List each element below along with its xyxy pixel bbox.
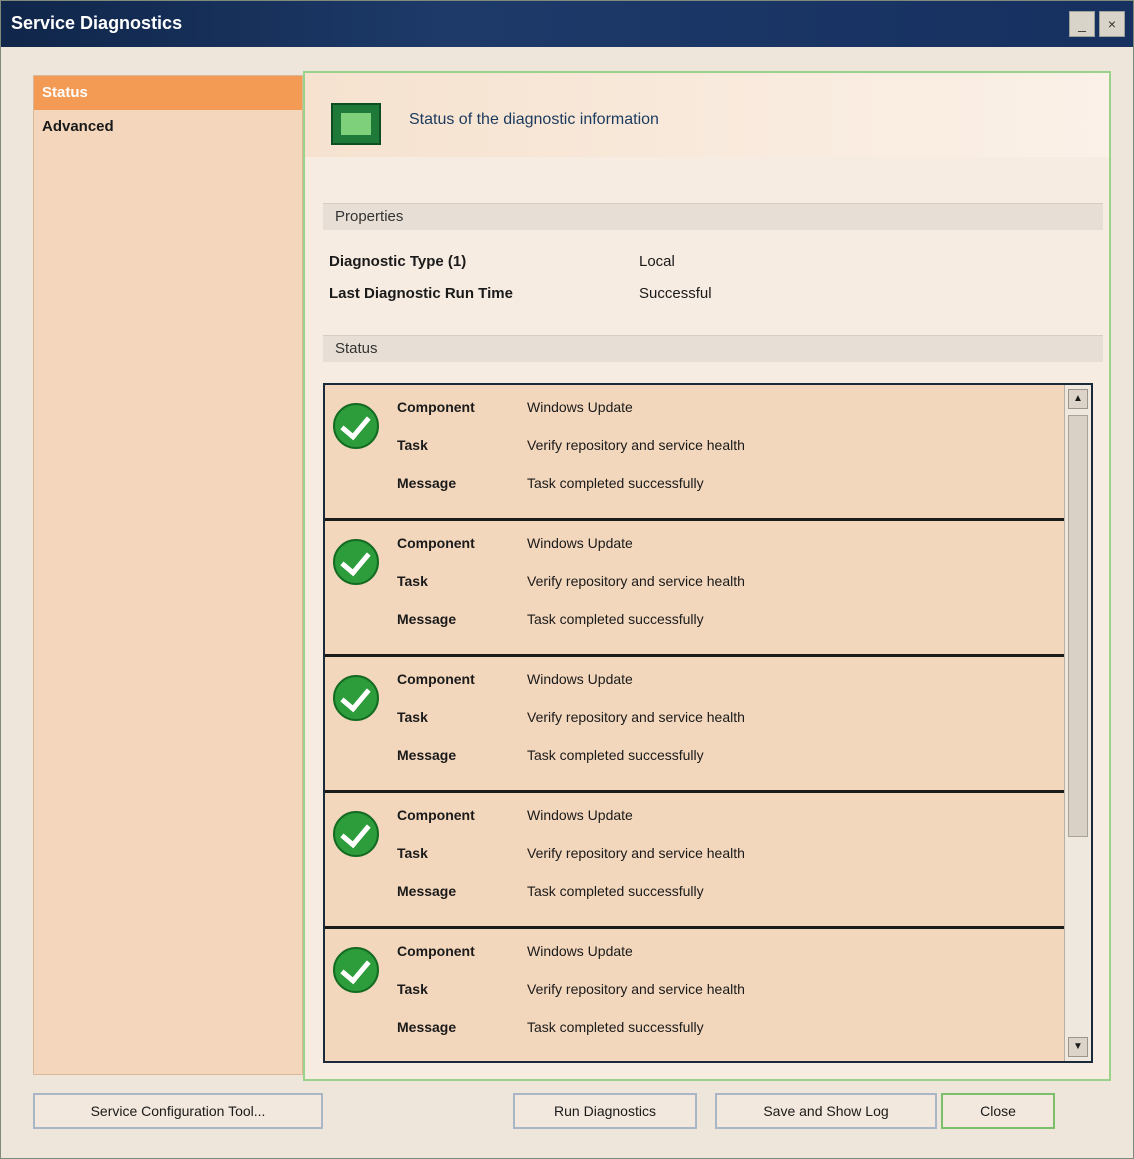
entry-value: Windows Update [527, 399, 633, 415]
entry-label: Task [397, 709, 428, 725]
entry-value: Verify repository and service health [527, 845, 745, 861]
property-key: Diagnostic Type (1) [329, 253, 467, 270]
check-icon [333, 811, 379, 857]
entry-label: Task [397, 437, 428, 453]
panel-header: Status of the diagnostic information [305, 73, 1109, 157]
list-item[interactable]: Component Windows Update Task Verify rep… [325, 929, 1065, 1061]
scroll-thumb[interactable] [1068, 415, 1088, 837]
sidebar-item-advanced[interactable]: Advanced [34, 110, 302, 144]
entry-label: Task [397, 573, 428, 589]
check-icon [333, 947, 379, 993]
entry-value: Verify repository and service health [527, 573, 745, 589]
scroll-up-button[interactable]: ▲ [1068, 389, 1088, 409]
entry-value: Windows Update [527, 807, 633, 823]
entry-value: Verify repository and service health [527, 981, 745, 997]
list-item[interactable]: Component Windows Update Task Verify rep… [325, 385, 1065, 521]
entry-value: Verify repository and service health [527, 709, 745, 725]
entry-value: Windows Update [527, 943, 633, 959]
entry-value: Windows Update [527, 671, 633, 687]
list-item[interactable]: Component Windows Update Task Verify rep… [325, 521, 1065, 657]
status-list[interactable]: Component Windows Update Task Verify rep… [323, 383, 1093, 1063]
entry-value: Task completed successfully [527, 747, 704, 763]
entry-label: Message [397, 747, 457, 763]
entry-value: Windows Update [527, 535, 633, 551]
minimize-button[interactable]: _ [1069, 11, 1095, 37]
diagnostics-window: Service Diagnostics _ × Status Advanced … [0, 0, 1134, 1159]
entry-value: Verify repository and service health [527, 437, 745, 453]
property-value: Local [639, 253, 675, 270]
close-button[interactable]: Close [941, 1093, 1055, 1129]
scroll-down-button[interactable]: ▼ [1068, 1037, 1088, 1057]
entry-value: Task completed successfully [527, 475, 704, 491]
sidebar-item-status[interactable]: Status [34, 76, 302, 110]
entry-label: Component [397, 671, 475, 687]
run-diagnostics-button[interactable]: Run Diagnostics [513, 1093, 697, 1129]
entry-value: Task completed successfully [527, 1019, 704, 1035]
entry-value: Task completed successfully [527, 611, 704, 627]
main-panel: Status of the diagnostic information Pro… [303, 71, 1111, 1081]
check-icon [333, 403, 379, 449]
entry-label: Component [397, 943, 475, 959]
panel-header-text: Status of the diagnostic information [409, 111, 659, 128]
window-title: Service Diagnostics [11, 13, 183, 33]
check-icon [333, 675, 379, 721]
monitor-icon [331, 103, 381, 145]
status-section-label: Status [323, 335, 1103, 362]
list-item[interactable]: Component Windows Update Task Verify rep… [325, 793, 1065, 929]
service-configuration-button[interactable]: Service Configuration Tool... [33, 1093, 323, 1129]
entry-label: Message [397, 883, 457, 899]
entry-label: Component [397, 399, 475, 415]
save-log-button[interactable]: Save and Show Log [715, 1093, 937, 1129]
entry-label: Message [397, 475, 457, 491]
entry-label: Component [397, 807, 475, 823]
sidebar: Status Advanced [33, 75, 303, 1075]
property-key: Last Diagnostic Run Time [329, 285, 513, 302]
property-value: Successful [639, 285, 712, 302]
properties-section-label: Properties [323, 203, 1103, 230]
check-icon [333, 539, 379, 585]
list-scrollbar[interactable]: ▲ ▼ [1064, 385, 1091, 1061]
entry-label: Task [397, 845, 428, 861]
entry-value: Task completed successfully [527, 883, 704, 899]
close-window-button[interactable]: × [1099, 11, 1125, 37]
entry-label: Task [397, 981, 428, 997]
entry-label: Message [397, 1019, 457, 1035]
list-item[interactable]: Component Windows Update Task Verify rep… [325, 657, 1065, 793]
title-bar: Service Diagnostics _ × [1, 1, 1133, 47]
entry-label: Message [397, 611, 457, 627]
entry-label: Component [397, 535, 475, 551]
